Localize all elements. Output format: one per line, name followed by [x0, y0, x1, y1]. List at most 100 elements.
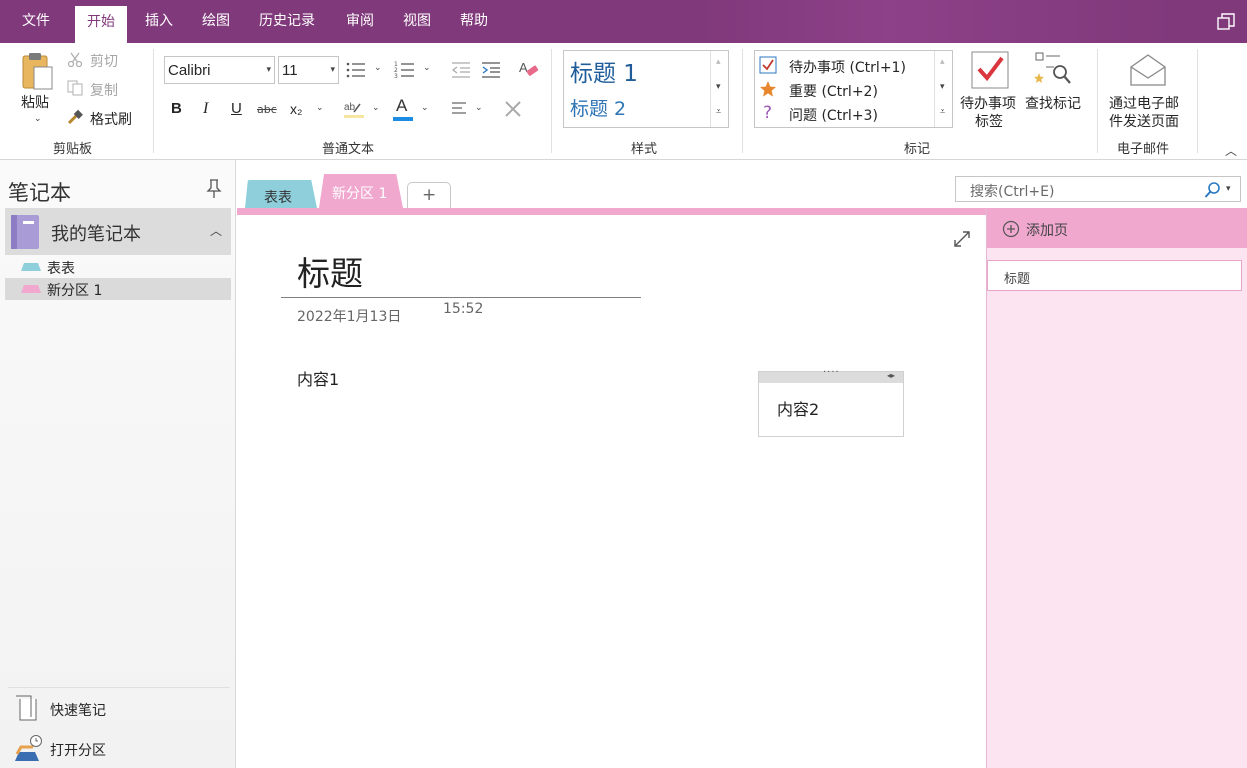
find-tags-icon[interactable]: [1034, 51, 1074, 87]
section-name: 表表: [47, 261, 75, 277]
italic-button[interactable]: I: [203, 100, 208, 118]
header-decoration: [697, 0, 1177, 43]
todo-tag-button-line1[interactable]: 待办事项: [960, 93, 1016, 113]
align-dropdown-icon[interactable]: ⌄: [475, 103, 483, 113]
font-color-dropdown-icon[interactable]: ⌄: [421, 103, 429, 113]
expand-gallery-icon[interactable]: ⩡: [716, 107, 721, 117]
scroll-down-icon[interactable]: ▾: [716, 82, 721, 92]
style-heading-1[interactable]: 标题 1: [570, 54, 638, 88]
ribbon-separator: [1097, 49, 1098, 153]
menu-review[interactable]: 审阅: [346, 0, 374, 43]
scroll-up-icon[interactable]: ▴: [716, 57, 721, 67]
page-time: 15:52: [443, 301, 484, 317]
search-box[interactable]: 搜索(Ctrl+E) ▾: [955, 176, 1241, 202]
menu-insert[interactable]: 插入: [145, 0, 173, 43]
menu-file[interactable]: 文件: [22, 0, 50, 43]
note-content-2[interactable]: 内容2: [777, 396, 819, 420]
notebook-item[interactable]: 我的笔记本 ︿: [5, 208, 231, 255]
bold-button[interactable]: B: [171, 100, 182, 117]
todo-tag-button-line2[interactable]: 标签: [975, 111, 1003, 131]
styles-scrollbar[interactable]: ▴ ▾ ⩡: [710, 51, 728, 127]
section-tab-active[interactable]: 新分区 1: [319, 174, 403, 208]
email-page-button-line2[interactable]: 件发送页面: [1109, 111, 1179, 131]
tag-important[interactable]: 重要 (Ctrl+2): [789, 81, 878, 101]
ribbon-separator: [742, 49, 743, 153]
page-title[interactable]: 标题: [297, 247, 363, 295]
menu-help[interactable]: 帮助: [460, 0, 488, 43]
cut-button[interactable]: 剪切: [90, 51, 118, 71]
open-sections-button[interactable]: 打开分区: [8, 732, 230, 766]
align-icon[interactable]: [450, 100, 470, 116]
todo-tag-icon[interactable]: [971, 51, 1009, 89]
add-page-button[interactable]: 添加页: [987, 208, 1247, 248]
clear-formatting-icon[interactable]: A: [518, 58, 540, 80]
expand-icon[interactable]: [953, 230, 971, 248]
section-item[interactable]: 表表: [5, 257, 231, 277]
format-painter-button[interactable]: 格式刷: [90, 109, 132, 129]
add-section-tab[interactable]: +: [407, 182, 451, 208]
add-page-label: 添加页: [1026, 223, 1068, 239]
scroll-up-icon[interactable]: ▴: [940, 57, 945, 67]
subscript-button[interactable]: x₂: [290, 101, 302, 117]
note-container[interactable]: ···· ◂▸ 内容2: [758, 367, 904, 437]
note-container-handle[interactable]: ···· ◂▸: [759, 367, 903, 383]
notebook-pane-title: 笔记本: [8, 181, 71, 205]
search-scope-dropdown-icon[interactable]: ▾: [1226, 184, 1231, 194]
collapse-ribbon-icon[interactable]: ︿: [1225, 142, 1237, 159]
underline-button[interactable]: U: [231, 100, 242, 117]
drag-handle-icon[interactable]: ····: [823, 367, 840, 378]
menu-draw[interactable]: 绘图: [202, 0, 230, 43]
subscript-dropdown-icon[interactable]: ⌄: [316, 103, 324, 113]
font-color-button[interactable]: A: [396, 96, 407, 116]
scroll-down-icon[interactable]: ▾: [940, 82, 945, 92]
email-icon[interactable]: [1128, 53, 1168, 87]
font-size-select[interactable]: 11 ▾: [278, 56, 339, 84]
copy-button[interactable]: 复制: [90, 80, 118, 100]
section-name: 新分区 1: [47, 283, 103, 299]
page-canvas[interactable]: 标题 2022年1月13日 15:52 内容1 ···· ◂▸ 内容2: [237, 215, 986, 768]
menu-history[interactable]: 历史记录: [259, 0, 315, 43]
menu-view[interactable]: 视图: [403, 0, 431, 43]
page-date: 2022年1月13日: [297, 309, 402, 325]
email-page-button-line1[interactable]: 通过电子邮: [1109, 93, 1179, 113]
ribbon: 粘贴 ⌄ 剪切 复制 格式刷 剪贴板 Calibri ▾ 11 ▾ ⌄ 123 …: [0, 43, 1247, 160]
pin-icon[interactable]: [206, 179, 222, 199]
tags-gallery[interactable]: 待办事项 (Ctrl+1) 重要 (Ctrl+2) ? 问题 (Ctrl+3) …: [754, 50, 953, 128]
increase-indent-icon[interactable]: [480, 60, 502, 80]
delete-icon[interactable]: [503, 99, 523, 119]
paste-dropdown-icon[interactable]: ⌄: [34, 114, 42, 124]
styles-gallery[interactable]: 标题 1 标题 2 ▴ ▾ ⩡: [563, 50, 729, 128]
expand-gallery-icon[interactable]: ⩡: [940, 107, 945, 117]
bullet-list-icon[interactable]: [345, 60, 367, 80]
tags-scrollbar[interactable]: ▴ ▾ ⩡: [934, 51, 952, 127]
highlighter-dropdown-icon[interactable]: ⌄: [372, 103, 380, 113]
font-family-select[interactable]: Calibri ▾: [164, 56, 275, 84]
paste-button[interactable]: 粘贴: [21, 92, 49, 112]
quick-notes-button[interactable]: 快速笔记: [8, 692, 230, 726]
collapse-notebook-icon[interactable]: ︿: [210, 222, 222, 239]
highlighter-icon[interactable]: ab: [343, 98, 367, 120]
title-underline: [281, 297, 641, 298]
section-tab[interactable]: 表表: [245, 180, 317, 208]
decrease-indent-icon[interactable]: [450, 60, 472, 80]
tag-question[interactable]: 问题 (Ctrl+3): [789, 105, 878, 125]
numbered-list-dropdown-icon[interactable]: ⌄: [423, 63, 431, 73]
bullet-list-dropdown-icon[interactable]: ⌄: [374, 63, 382, 73]
paste-icon[interactable]: [20, 51, 54, 91]
search-placeholder: 搜索(Ctrl+E): [970, 184, 1055, 200]
tags-group-label: 标记: [904, 142, 931, 157]
window-switch-icon[interactable]: [1217, 13, 1235, 31]
style-heading-2[interactable]: 标题 2: [570, 94, 626, 121]
resize-handle-icon[interactable]: ◂▸: [887, 371, 895, 380]
numbered-list-icon[interactable]: 123: [394, 60, 416, 80]
strikethrough-button[interactable]: abc: [257, 103, 277, 116]
notebook-pane: 笔记本 我的笔记本 ︿ 表表 新分区 1 快速笔记 打开分区: [0, 160, 236, 768]
note-content-1[interactable]: 内容1: [297, 366, 339, 390]
find-tags-button[interactable]: 查找标记: [1025, 93, 1081, 113]
page-list-item[interactable]: 标题: [987, 260, 1242, 291]
quick-notes-label: 快速笔记: [50, 703, 106, 719]
section-item-selected[interactable]: 新分区 1: [5, 278, 231, 300]
divider: [8, 687, 230, 688]
search-icon[interactable]: [1204, 181, 1222, 199]
tag-todo[interactable]: 待办事项 (Ctrl+1): [789, 57, 906, 77]
